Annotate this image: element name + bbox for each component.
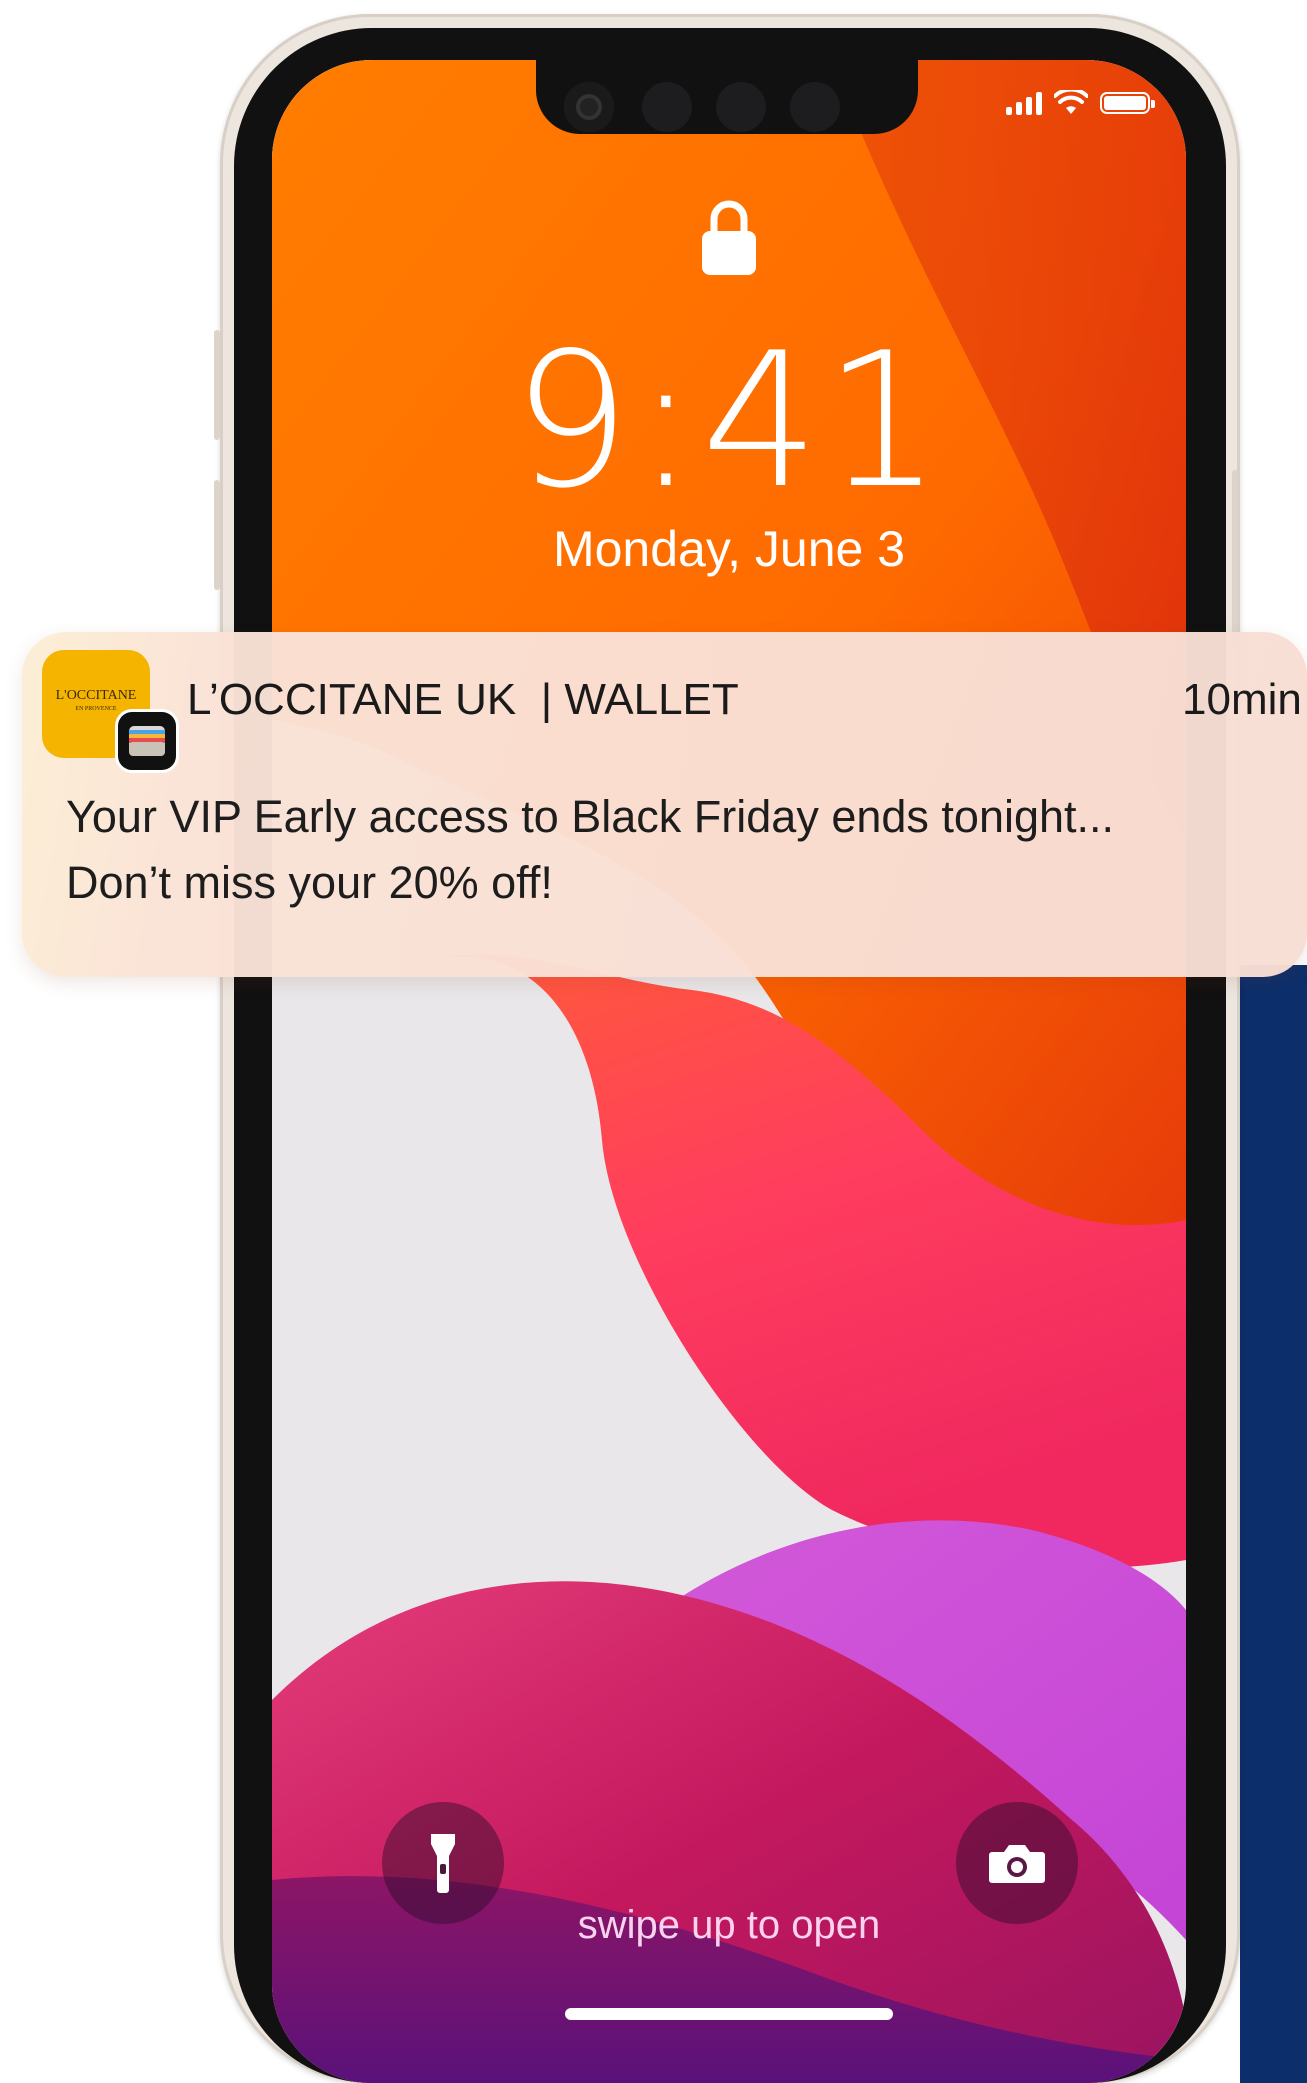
- notch: [536, 60, 918, 134]
- phone-side-button: [214, 330, 220, 440]
- phone-side-button: [1232, 470, 1238, 650]
- notification-body: Your VIP Early access to Black Friday en…: [66, 784, 1286, 916]
- sensor-dot: [642, 82, 692, 132]
- notification-time: 10min: [1182, 675, 1302, 724]
- background-strip: [1240, 965, 1307, 2083]
- flashlight-icon: [431, 1834, 455, 1893]
- notification-body-line: Don’t miss your 20% off!: [66, 857, 553, 908]
- lock-screen: 9:41 Monday, June 3 swipe up to open: [272, 60, 1186, 2083]
- swipe-hint: swipe up to open: [577, 1903, 881, 1947]
- phone-side-button: [214, 480, 220, 590]
- wallet-badge: [118, 712, 176, 770]
- notification-app-name: L’OCCITANE UK | WALLET: [187, 675, 739, 724]
- wallet-icon: [129, 726, 165, 756]
- status-bar: [1006, 90, 1155, 116]
- wifi-icon: [1054, 90, 1088, 114]
- home-indicator[interactable]: [565, 2008, 893, 2020]
- battery-icon: [1100, 92, 1155, 114]
- notification-body-line: Your VIP Early access to Black Friday en…: [66, 791, 1115, 842]
- lock-icon: [702, 200, 756, 275]
- camera-icon: [989, 1845, 1045, 1883]
- sensor-dot: [716, 82, 766, 132]
- lock-screen-date: Monday, June 3: [552, 521, 906, 577]
- sensor-dot: [790, 82, 840, 132]
- notification-banner[interactable]: L'OCCITANE EN PROVENCE L’OCCITANE UK | W…: [22, 632, 1307, 977]
- cellular-signal-icon: [1006, 91, 1042, 115]
- camera-lens: [564, 82, 614, 132]
- lock-screen-time: 9:41: [512, 312, 946, 529]
- app-icon-logo-text: L'OCCITANE: [55, 688, 137, 703]
